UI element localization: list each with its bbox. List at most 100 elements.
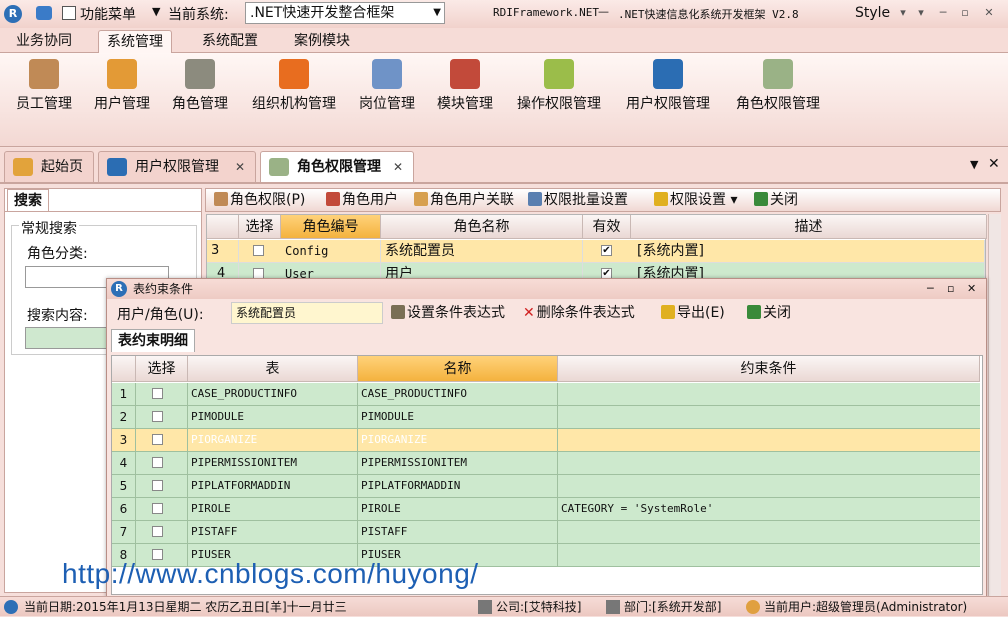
user-icon — [107, 59, 137, 89]
row-checkbox[interactable] — [152, 503, 163, 514]
export-button[interactable]: 导出(E) — [661, 304, 725, 322]
tab-user-permission[interactable]: 用户权限管理 ✕ — [98, 151, 256, 182]
row-checkbox[interactable] — [152, 388, 163, 399]
tab-case-module[interactable]: 案例模块 — [286, 30, 358, 53]
table-row[interactable]: 3 PIORGANIZE PIORGANIZE — [112, 429, 980, 452]
app-logo-icon: R — [4, 5, 22, 23]
maximize-icon[interactable]: ▫ — [958, 6, 972, 20]
valid-checkbox[interactable]: ✔ — [601, 245, 612, 256]
category-label: 角色分类: — [27, 246, 88, 262]
row-checkbox[interactable] — [152, 434, 163, 445]
permission-settings-tool[interactable]: 权限设置 ▾ — [654, 191, 737, 209]
tab-constraint-detail[interactable]: 表约束明细 — [111, 329, 195, 352]
table-cell: PIORGANIZE — [188, 429, 358, 451]
tab-start-page[interactable]: 起始页 — [4, 151, 94, 182]
role-permission-tool[interactable]: 角色权限(P) — [214, 191, 305, 209]
col-valid[interactable]: 有效 — [583, 215, 631, 239]
table-row[interactable]: 6 PIROLE PIROLE CATEGORY = 'SystemRole' — [112, 498, 980, 521]
post-management-button[interactable]: 岗位管理 — [354, 57, 420, 119]
app-logo-icon: R — [111, 281, 127, 297]
dialog-close-button[interactable]: 关闭 — [747, 304, 791, 322]
col-name[interactable]: 名称 — [358, 356, 558, 382]
row-checkbox[interactable] — [152, 526, 163, 537]
close-icon[interactable]: ✕ — [988, 156, 1000, 172]
style-dropdown-icon[interactable]: ▾ — [896, 6, 910, 20]
role-permission-button[interactable]: 角色权限管理 — [730, 57, 826, 119]
batch-permission-tool[interactable]: 权限批量设置 — [528, 191, 628, 209]
pencil-icon — [544, 59, 574, 89]
grid-icon — [528, 192, 542, 206]
style-menu[interactable]: Style — [855, 5, 890, 21]
tab-system-config[interactable]: 系统配置 — [194, 30, 266, 53]
table-cell: PIROLE — [188, 498, 358, 520]
app-title-left: RDIFramework.NET — [493, 6, 599, 19]
role-user-tool[interactable]: 角色用户 — [326, 191, 398, 209]
col-table[interactable]: 表 — [188, 356, 358, 382]
function-menu[interactable]: 功能菜单 — [80, 4, 136, 24]
close-icon[interactable]: ✕ — [235, 152, 245, 182]
col-role-name[interactable]: 角色名称 — [381, 215, 583, 239]
col-select[interactable]: 选择 — [136, 356, 188, 382]
table-constraint-dialog: R 表约束条件 ─ ▫ ✕ 用户/角色(U): 系统配置员 设置条件表达式 ✕ 删… — [106, 278, 987, 598]
delete-expression-button[interactable]: ✕ 删除条件表达式 — [523, 304, 635, 322]
user-management-button[interactable]: 用户管理 — [90, 57, 154, 119]
user-permission-button[interactable]: 用户权限管理 — [620, 57, 716, 119]
tab-business[interactable]: 业务协同 — [8, 30, 80, 53]
module-management-button[interactable]: 模块管理 — [432, 57, 498, 119]
minimize-icon[interactable]: ─ — [936, 6, 950, 20]
chevron-down-icon[interactable]: ▼ — [970, 158, 978, 171]
name-cell: PISTAFF — [358, 521, 558, 543]
close-icon[interactable]: ✕ — [393, 152, 403, 182]
col-select[interactable]: 选择 — [239, 215, 281, 239]
exit-icon — [754, 192, 768, 206]
close-icon[interactable]: ✕ — [982, 6, 996, 20]
table-cell: PIMODULE — [188, 406, 358, 428]
main-scrollbar[interactable] — [988, 214, 1001, 596]
company-icon — [478, 600, 492, 614]
col-role-code[interactable]: 角色编号 — [281, 215, 381, 239]
minimize-icon[interactable]: ─ — [927, 279, 934, 299]
table-row[interactable]: 3 Config 系统配置员 ✔ [系统内置] — [207, 240, 985, 263]
tab-search[interactable]: 搜索 — [7, 189, 49, 211]
row-checkbox[interactable] — [152, 457, 163, 468]
row-checkbox[interactable] — [253, 245, 264, 256]
chevron-down-icon[interactable]: ▾ — [914, 6, 928, 20]
role-icon — [185, 59, 215, 89]
col-constraint[interactable]: 约束条件 — [558, 356, 980, 382]
close-icon[interactable]: ✕ — [967, 279, 976, 299]
title-bar: R 功能菜单 ▼ 当前系统: .NET快速开发整合框架 ▼ RDIFramewo… — [0, 0, 1008, 28]
main-toolbar: 角色权限(P) 角色用户 角色用户关联 权限批量设置 权限设置 ▾ 关闭 — [205, 188, 1001, 212]
name-cell: PIPERMISSIONITEM — [358, 452, 558, 474]
user-role-input[interactable]: 系统配置员 — [231, 302, 383, 324]
col-description[interactable]: 描述 — [631, 215, 987, 239]
lightning-icon — [654, 192, 668, 206]
org-management-button[interactable]: 组织机构管理 — [246, 57, 342, 119]
user-role-label: 用户/角色(U): — [117, 307, 204, 323]
table-row[interactable]: 7 PISTAFF PISTAFF — [112, 521, 980, 544]
system-select-value: .NET快速开发整合框架 — [250, 5, 395, 21]
row-checkbox[interactable] — [152, 480, 163, 491]
table-cell: PIPERMISSIONITEM — [188, 452, 358, 474]
constraint-cell — [558, 544, 980, 566]
menu-icon — [62, 6, 76, 20]
row-checkbox[interactable] — [152, 411, 163, 422]
system-select[interactable]: .NET快速开发整合框架 ▼ — [245, 2, 445, 24]
constraint-cell — [558, 452, 980, 474]
table-row[interactable]: 4 PIPERMISSIONITEM PIPERMISSIONITEM — [112, 452, 980, 475]
table-row[interactable]: 2 PIMODULE PIMODULE — [112, 406, 980, 429]
users-icon[interactable] — [36, 6, 52, 20]
close-tool[interactable]: 关闭 — [754, 191, 798, 209]
chevron-down-icon[interactable]: ▼ — [152, 5, 160, 18]
maximize-icon[interactable]: ▫ — [947, 279, 954, 299]
operation-permission-button[interactable]: 操作权限管理 — [510, 57, 608, 119]
table-row[interactable]: 1 CASE_PRODUCTINFO CASE_PRODUCTINFO — [112, 383, 980, 406]
role-user-relation-tool[interactable]: 角色用户关联 — [414, 191, 514, 209]
set-expression-button[interactable]: 设置条件表达式 — [391, 304, 505, 322]
ribbon-tabs: 业务协同 系统管理 系统配置 案例模块 — [0, 28, 1008, 53]
role-management-button[interactable]: 角色管理 — [168, 57, 232, 119]
dialog-title-bar[interactable]: R 表约束条件 ─ ▫ ✕ — [107, 279, 986, 299]
tab-role-permission[interactable]: 角色权限管理 ✕ — [260, 151, 414, 182]
staff-management-button[interactable]: 员工管理 — [12, 57, 76, 119]
table-row[interactable]: 5 PIPLATFORMADDIN PIPLATFORMADDIN — [112, 475, 980, 498]
tab-system-management[interactable]: 系统管理 — [98, 30, 172, 53]
